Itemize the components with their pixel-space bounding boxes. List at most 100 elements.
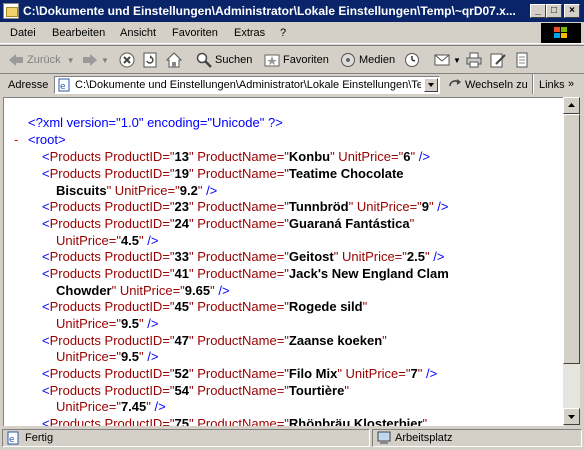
home-button[interactable]	[165, 51, 185, 69]
back-label: Zurück	[27, 54, 61, 66]
xml-token: 23	[174, 199, 189, 214]
address-dropdown-icon[interactable]	[424, 78, 438, 92]
xml-token: 24	[174, 216, 189, 231]
go-label: Wechseln zu	[465, 79, 528, 91]
search-button[interactable]: Suchen	[196, 51, 252, 69]
menu-bearbeiten[interactable]: Bearbeiten	[52, 27, 105, 39]
menu-help[interactable]: ?	[280, 27, 286, 39]
xml-token: />	[415, 149, 430, 164]
xml-token: Guaraná Fantástica	[288, 216, 410, 231]
scroll-up-button[interactable]	[563, 97, 580, 114]
xml-token: UnitPrice="	[56, 399, 121, 414]
history-icon	[404, 52, 420, 68]
xml-token: ProductID="	[100, 166, 175, 181]
menu-bar: Datei Bearbeiten Ansicht Favoriten Extra…	[0, 22, 584, 44]
xml-token: Tourtière	[288, 383, 345, 398]
xml-token: " UnitPrice="	[330, 149, 404, 164]
links-chevron-icon[interactable]: »	[568, 78, 574, 90]
close-button[interactable]: ×	[564, 4, 580, 18]
xml-token: 75	[174, 416, 189, 426]
xml-token: <	[42, 166, 50, 181]
xml-line: UnitPrice="9.5" />	[56, 349, 158, 364]
xml-view[interactable]: <?xml version="1.0" encoding="Unicode" ?…	[3, 97, 564, 426]
forward-arrow-icon	[82, 52, 98, 68]
xml-line: <Products ProductID="23" ProductName="Tu…	[42, 199, 448, 214]
xml-token: Products	[49, 199, 101, 214]
mail-dropdown-icon[interactable]: ▼	[453, 56, 461, 65]
xml-token: Geitost	[288, 249, 334, 264]
back-button[interactable]: Zurück ▼	[8, 51, 75, 69]
media-button[interactable]: Medien	[340, 51, 395, 69]
xml-token: 47	[174, 333, 189, 348]
xml-token: " ProductName="	[189, 166, 289, 181]
search-icon	[196, 52, 212, 68]
scroll-thumb[interactable]	[563, 114, 580, 364]
xml-line: UnitPrice="4.5" />	[56, 233, 158, 248]
go-button[interactable]: Wechseln zu	[448, 78, 528, 92]
xml-token: Teatime Chocolate	[288, 166, 404, 181]
xml-token: />	[143, 349, 159, 364]
minimize-button[interactable]: _	[530, 4, 546, 18]
menu-datei[interactable]: Datei	[10, 27, 36, 39]
mail-button[interactable]: ▼	[434, 51, 461, 69]
xml-token: 9.65	[184, 283, 211, 298]
menu-extras[interactable]: Extras	[234, 27, 265, 39]
xml-token: />	[429, 249, 445, 264]
xml-token: " ProductName="	[189, 383, 289, 398]
forward-button[interactable]: ▼	[82, 51, 109, 69]
xml-token: <	[42, 199, 50, 214]
xml-token: 9.5	[120, 349, 140, 364]
xml-token: ProductID="	[100, 266, 175, 281]
address-label: Adresse	[8, 79, 49, 91]
folder-icon	[3, 3, 19, 19]
xml-line: <Products ProductID="19" ProductName="Te…	[42, 166, 404, 181]
xml-token: " ProductName="	[189, 366, 289, 381]
back-dropdown-icon[interactable]: ▼	[67, 56, 75, 65]
maximize-button[interactable]: □	[546, 4, 562, 18]
xml-token: 7	[410, 366, 418, 381]
xml-token: "	[409, 216, 415, 231]
scroll-down-button[interactable]	[563, 408, 580, 425]
xml-token: 9.2	[179, 183, 198, 198]
xml-line: Chowder" UnitPrice="9.65" />	[56, 283, 230, 298]
forward-dropdown-icon[interactable]: ▼	[101, 56, 109, 65]
favorites-button[interactable]: Favoriten	[264, 51, 329, 69]
xml-token: Zaanse koeken	[288, 333, 383, 348]
xml-token: UnitPrice="	[56, 349, 121, 364]
menu-ansicht[interactable]: Ansicht	[120, 27, 156, 39]
collapse-toggle[interactable]: -	[14, 132, 18, 147]
xml-token: <	[42, 366, 50, 381]
xml-token: "	[382, 333, 387, 348]
links-button[interactable]: Links	[539, 79, 565, 91]
xml-line: <Products ProductID="41" ProductName="Ja…	[42, 266, 449, 281]
menu-favoriten[interactable]: Favoriten	[172, 27, 218, 39]
history-button[interactable]	[404, 51, 423, 69]
xml-token: 2.5	[406, 249, 425, 264]
xml-line: <Products ProductID="47" ProductName="Za…	[42, 333, 387, 348]
xml-declaration: <?xml version="1.0" encoding="Unicode" ?…	[28, 115, 283, 130]
address-input[interactable]: e C:\Dokumente und Einstellungen\Adminis…	[54, 76, 440, 94]
xml-token: ProductID="	[100, 216, 175, 231]
xml-token: " ProductName="	[189, 299, 289, 314]
status-text: Fertig	[25, 432, 54, 444]
xml-token: "	[422, 416, 428, 426]
refresh-icon	[142, 52, 158, 68]
xml-line: UnitPrice="7.45" />	[56, 399, 166, 414]
stop-button[interactable]	[119, 51, 138, 69]
xml-token: Products	[49, 266, 101, 281]
title-bar[interactable]: C:\Dokumente und Einstellungen\Administr…	[0, 0, 584, 22]
edit-button[interactable]	[490, 51, 509, 69]
print-button[interactable]	[466, 51, 485, 69]
status-main: e Fertig	[2, 429, 370, 447]
discuss-button[interactable]	[514, 51, 533, 69]
vertical-scrollbar[interactable]	[563, 97, 580, 425]
address-value: C:\Dokumente und Einstellungen\Administr…	[75, 79, 421, 91]
xml-token: 19	[174, 166, 189, 181]
refresh-button[interactable]	[142, 51, 161, 69]
xml-token: />	[150, 399, 166, 414]
xml-token: Rogede sild	[288, 299, 363, 314]
xml-token: " ProductName="	[189, 266, 289, 281]
xml-token: Products	[49, 416, 101, 426]
xml-token: Jack's New England Clam	[288, 266, 449, 281]
xml-token: ProductID="	[100, 249, 175, 264]
